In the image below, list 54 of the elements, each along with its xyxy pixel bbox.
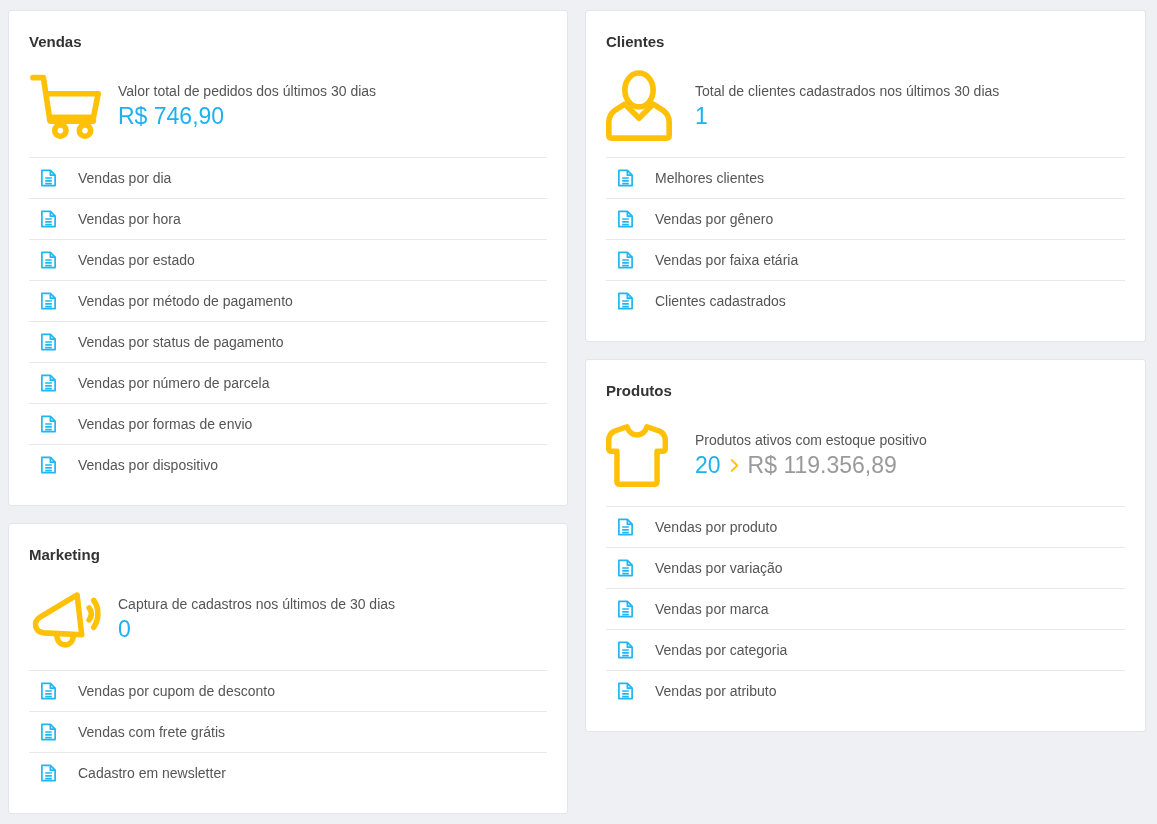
report-link[interactable]: Vendas por estado	[78, 252, 195, 268]
document-icon	[40, 168, 57, 188]
report-link[interactable]: Vendas por hora	[78, 211, 181, 227]
report-link[interactable]: Vendas por dispositivo	[78, 457, 219, 473]
report-link[interactable]: Vendas por número de parcela	[78, 375, 270, 391]
report-link[interactable]: Vendas por gênero	[655, 211, 774, 227]
document-icon	[617, 209, 634, 229]
report-link[interactable]: Vendas por método de pagamento	[78, 293, 293, 309]
report-link[interactable]: Vendas por status de pagamento	[78, 334, 284, 350]
report-link[interactable]: Vendas por atributo	[655, 683, 777, 699]
document-icon	[40, 763, 57, 783]
summary-value: 20	[695, 451, 721, 479]
report-link[interactable]: Cadastro em newsletter	[78, 765, 226, 781]
document-icon	[40, 209, 57, 229]
document-icon	[40, 414, 57, 434]
document-icon	[40, 373, 57, 393]
document-icon	[40, 722, 57, 742]
chevron-icon	[729, 457, 739, 473]
card-title: Produtos	[606, 381, 673, 401]
report-link[interactable]: Melhores clientes	[655, 170, 764, 186]
report-link[interactable]: Vendas por variação	[655, 560, 783, 576]
card-title: Marketing	[29, 545, 101, 565]
document-icon	[40, 250, 57, 270]
report-link[interactable]: Vendas por marca	[655, 601, 769, 617]
summary-value: R$ 746,90	[118, 102, 225, 130]
report-link[interactable]: Vendas por categoria	[655, 642, 788, 658]
report-link[interactable]: Clientes cadastrados	[655, 293, 786, 309]
document-icon	[40, 455, 57, 475]
document-icon	[617, 250, 634, 270]
document-icon	[617, 640, 634, 660]
document-icon	[617, 681, 634, 701]
document-icon	[40, 681, 57, 701]
report-link[interactable]: Vendas por produto	[655, 519, 778, 535]
card-title: Vendas	[29, 32, 83, 52]
report-link[interactable]: Vendas por formas de envio	[78, 416, 253, 432]
document-icon	[617, 558, 634, 578]
summary-value: 1	[695, 102, 708, 130]
document-icon	[617, 291, 634, 311]
report-link[interactable]: Vendas por cupom de desconto	[78, 683, 275, 699]
summary-label: Total de clientes cadastrados nos últimos 30 dias	[695, 82, 1000, 99]
card-title: Clientes	[606, 32, 666, 52]
summary-label: Valor total de pedidos dos últimos 30 dias	[118, 82, 377, 99]
document-icon	[40, 332, 57, 352]
stock-value: R$ 119.356,89	[747, 451, 897, 479]
report-link[interactable]: Vendas por dia	[78, 170, 172, 186]
report-link[interactable]: Vendas por faixa etária	[655, 252, 799, 268]
report-link[interactable]: Vendas com frete grátis	[78, 724, 226, 740]
document-icon	[617, 599, 634, 619]
document-icon	[617, 517, 634, 537]
summary-value: 0	[118, 615, 131, 643]
document-icon	[617, 168, 634, 188]
document-icon	[40, 291, 57, 311]
summary-label: Captura de cadastros nos últimos de 30 dias	[118, 595, 396, 612]
summary-label: Produtos ativos com estoque positivo	[695, 431, 927, 448]
